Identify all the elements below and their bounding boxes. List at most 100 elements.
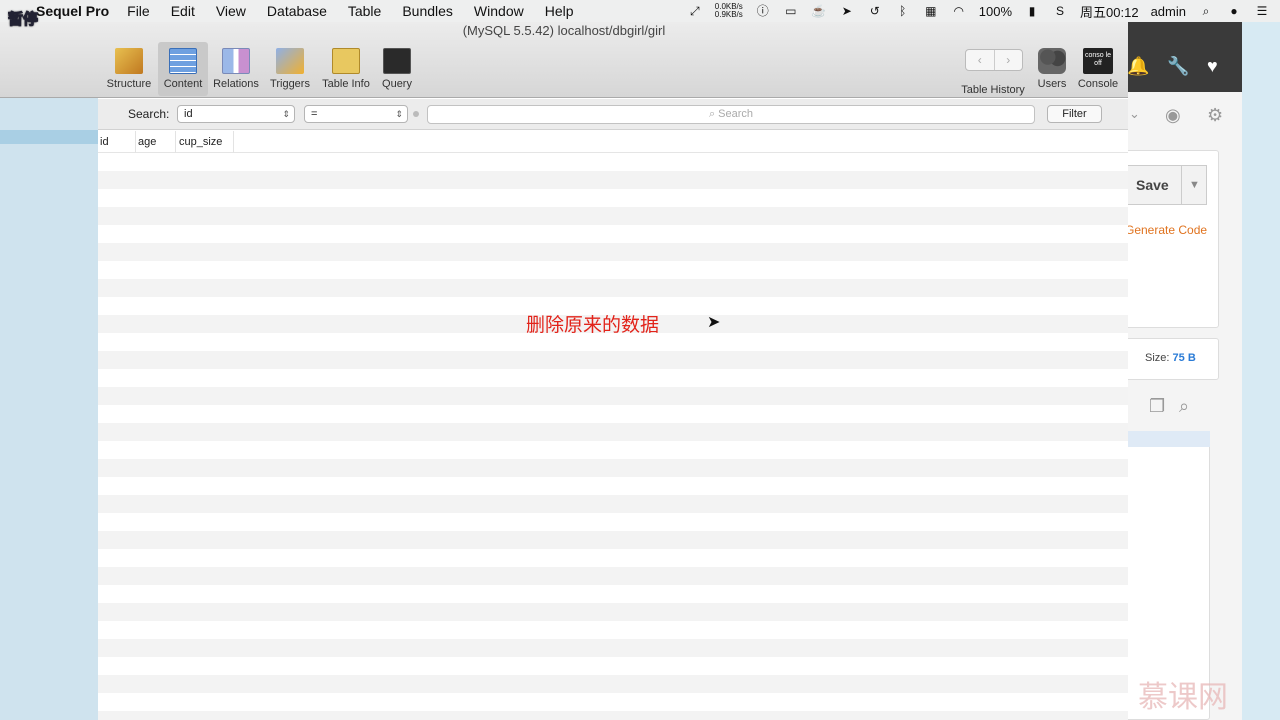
menu-edit[interactable]: Edit bbox=[171, 3, 195, 19]
sidebar-selected-table[interactable] bbox=[0, 130, 98, 144]
time-machine-icon[interactable]: ↺ bbox=[867, 4, 883, 18]
wrench-icon[interactable]: 🔧 bbox=[1167, 56, 1189, 77]
siri-icon[interactable]: ● bbox=[1226, 4, 1242, 18]
right-desktop-strip bbox=[1242, 22, 1280, 720]
gear-icon[interactable]: ⚙ bbox=[1207, 105, 1223, 126]
keyboard-icon[interactable]: ▦ bbox=[923, 4, 939, 18]
operator-select[interactable]: = ⇕ bbox=[304, 105, 408, 123]
resize-arrows-icon[interactable]: ⤢ bbox=[687, 4, 703, 18]
menu-help[interactable]: Help bbox=[545, 3, 574, 19]
menu-view[interactable]: View bbox=[216, 3, 246, 19]
users-button[interactable]: Users bbox=[1034, 42, 1070, 96]
heart-icon[interactable]: ♥ bbox=[1207, 56, 1218, 77]
coffee-icon[interactable]: ☕ bbox=[811, 4, 827, 18]
table-info-label: Table Info bbox=[322, 78, 370, 90]
menu-bar: Sequel Pro File Edit View Database Table… bbox=[0, 0, 1280, 22]
forward-arrow-icon[interactable]: › bbox=[993, 50, 1023, 70]
search-label: Search: bbox=[128, 107, 170, 121]
bluetooth-icon[interactable]: ᛒ bbox=[895, 4, 911, 18]
console-label: Console bbox=[1077, 78, 1119, 90]
background-app-window: 🔔 🔧 ♥ ⌄ ◉ ⚙ Save ▼ Generate Code Size: 7… bbox=[1121, 22, 1242, 720]
search-input[interactable]: ⌕ Search bbox=[427, 105, 1035, 124]
battery-percent: 100% bbox=[978, 3, 1013, 19]
bell-icon[interactable]: 🔔 bbox=[1127, 56, 1149, 77]
watermark: 慕课网 bbox=[1138, 680, 1228, 715]
copy-icon[interactable]: ❐ bbox=[1149, 396, 1165, 417]
sogou-icon[interactable]: S bbox=[1052, 4, 1068, 18]
spotlight-search-icon[interactable]: ⌕ bbox=[1198, 4, 1214, 18]
column-header-id[interactable]: id bbox=[98, 131, 136, 153]
content-button[interactable]: Content bbox=[158, 42, 208, 96]
table-history-label: Table History bbox=[961, 84, 1025, 96]
operator-select-value: = bbox=[311, 108, 318, 120]
wifi-icon[interactable]: ◠ bbox=[951, 4, 967, 18]
save-label: Save bbox=[1136, 177, 1169, 193]
window-title: (MySQL 5.5.42) localhost/dbgirl/girl bbox=[462, 23, 666, 38]
relations-label: Relations bbox=[213, 78, 259, 90]
search-icon[interactable]: ⌕ bbox=[1179, 396, 1189, 417]
structure-button[interactable]: Structure bbox=[103, 42, 155, 96]
menu-database[interactable]: Database bbox=[267, 3, 327, 19]
notification-center-icon[interactable]: ☰ bbox=[1254, 4, 1270, 18]
relations-button[interactable]: Relations bbox=[210, 42, 262, 96]
users-icon bbox=[1038, 48, 1066, 74]
console-button[interactable]: conso le off Console bbox=[1075, 42, 1121, 96]
pause-badge: 暂停 bbox=[7, 10, 39, 29]
menu-table[interactable]: Table bbox=[348, 3, 381, 19]
table-info-icon bbox=[332, 48, 360, 74]
network-speed: 0.0KB/s 0.9KB/s bbox=[715, 3, 743, 19]
query-label: Query bbox=[382, 78, 412, 90]
chevron-down-icon[interactable]: ⌄ bbox=[1129, 106, 1140, 122]
background-app-selection bbox=[1127, 431, 1210, 447]
select-arrows-icon: ⇕ bbox=[282, 109, 290, 119]
structure-label: Structure bbox=[106, 78, 152, 90]
background-app-header: 🔔 🔧 ♥ bbox=[1127, 22, 1242, 92]
size-value: 75 B bbox=[1172, 352, 1196, 364]
user-name[interactable]: admin bbox=[1151, 4, 1186, 19]
menu-bundles[interactable]: Bundles bbox=[402, 3, 453, 19]
select-arrows-icon: ⇕ bbox=[395, 109, 403, 119]
history-nav: ‹ › bbox=[965, 49, 1023, 71]
menu-file[interactable]: File bbox=[127, 3, 150, 19]
eye-icon[interactable]: ◉ bbox=[1165, 105, 1181, 126]
save-dropdown-icon[interactable]: ▼ bbox=[1181, 165, 1207, 205]
field-select[interactable]: id ⇕ bbox=[177, 105, 295, 123]
column-header-cup-size[interactable]: cup_size bbox=[177, 131, 234, 153]
mouse-cursor-icon: ➤ bbox=[707, 314, 721, 331]
battery-icon[interactable]: ▮ bbox=[1024, 4, 1040, 18]
filter-button[interactable]: Filter bbox=[1047, 105, 1102, 123]
app-menu[interactable]: Sequel Pro bbox=[36, 3, 109, 19]
relations-icon bbox=[222, 48, 250, 74]
generate-code-link[interactable]: Generate Code bbox=[1125, 223, 1207, 237]
menu-window[interactable]: Window bbox=[474, 3, 524, 19]
sidebar: irl ⇕ atabase bbox=[0, 22, 98, 720]
field-select-value: id bbox=[184, 108, 193, 120]
sequel-pro-window: (MySQL 5.5.42) localhost/dbgirl/girl Str… bbox=[0, 22, 1128, 720]
query-icon bbox=[383, 48, 411, 74]
content-icon bbox=[169, 48, 197, 74]
search-placeholder: Search bbox=[718, 108, 754, 120]
size-info: Size: 75 B bbox=[1145, 352, 1196, 364]
triggers-button[interactable]: Triggers bbox=[266, 42, 314, 96]
table-history-button[interactable]: Table History bbox=[957, 84, 1029, 98]
table-body[interactable] bbox=[98, 153, 1128, 720]
filter-indicator-icon bbox=[413, 111, 419, 117]
toolbar: (MySQL 5.5.42) localhost/dbgirl/girl Str… bbox=[0, 22, 1128, 98]
back-arrow-icon[interactable]: ‹ bbox=[966, 50, 994, 70]
status-area: ⤢ 0.0KB/s 0.9KB/s ⓘ ▭ ☕ ➤ ↺ ᛒ ▦ ◠ 100% ▮… bbox=[687, 0, 1280, 22]
send-icon[interactable]: ➤ bbox=[839, 4, 855, 18]
triggers-icon bbox=[276, 48, 304, 74]
overlay-caption: 删除原来的数据 bbox=[526, 314, 660, 336]
info-icon[interactable]: ⓘ bbox=[755, 4, 771, 18]
query-button[interactable]: Query bbox=[379, 42, 415, 96]
clock[interactable]: 周五00:12 bbox=[1080, 2, 1139, 21]
console-icon: conso le off bbox=[1083, 48, 1113, 74]
filter-bar: Search: id ⇕ = ⇕ ⌕ Search Filter bbox=[98, 99, 1128, 130]
airplay-icon[interactable]: ▭ bbox=[783, 4, 799, 18]
table-header: id age cup_size bbox=[98, 131, 1128, 153]
users-label: Users bbox=[1037, 78, 1067, 90]
search-icon: ⌕ bbox=[708, 108, 719, 120]
column-header-age[interactable]: age bbox=[136, 131, 176, 153]
content-label: Content bbox=[163, 78, 203, 90]
table-info-button[interactable]: Table Info bbox=[319, 42, 373, 96]
